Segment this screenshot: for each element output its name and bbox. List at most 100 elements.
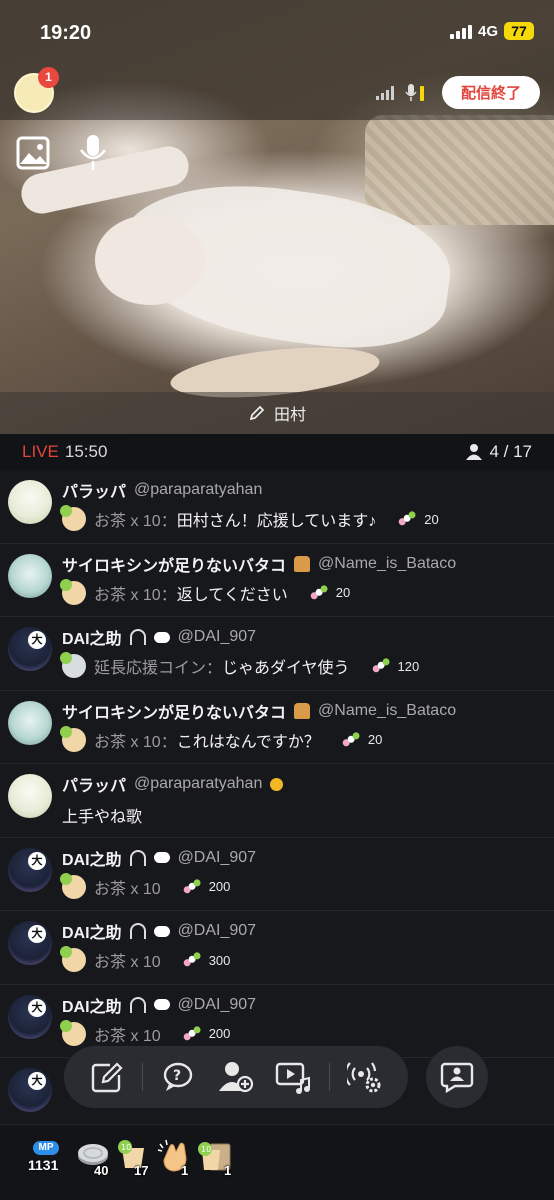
end-stream-button[interactable]: 配信終了 xyxy=(442,76,540,109)
live-elapsed-time: 15:50 xyxy=(64,442,108,461)
headphones-icon xyxy=(129,629,146,645)
gift-label: お茶 x 10 xyxy=(94,954,161,971)
gift-label: お茶 x 10 xyxy=(94,1027,161,1045)
comment-message: 上手やね歌 xyxy=(62,809,143,826)
gift-label: お茶 x 10： xyxy=(94,586,177,604)
svg-text:10: 10 xyxy=(121,1143,131,1152)
comment-handle: @paraparatyahan xyxy=(134,775,263,792)
comment-handle: @DAI_907 xyxy=(177,922,257,939)
stream-name-bar[interactable]: 田村 xyxy=(0,392,554,434)
edit-note-icon xyxy=(91,1062,123,1093)
bread-icon xyxy=(294,555,311,572)
image-icon[interactable] xyxy=(16,136,50,170)
comment-handle: @Name_is_Bataco xyxy=(318,554,457,572)
points: 20 xyxy=(397,509,439,529)
points: 20 xyxy=(309,583,350,602)
comment-handle: @paraparatyahan xyxy=(134,481,263,498)
cloud-icon xyxy=(153,852,170,863)
dango-icon xyxy=(181,950,202,970)
bread-icon xyxy=(294,702,311,719)
action-toolbar: ? xyxy=(64,1046,408,1108)
tea-gift-icon xyxy=(60,725,86,752)
points-value: 20 xyxy=(367,732,383,747)
broadcast-settings-button[interactable] xyxy=(343,1055,387,1099)
person-icon xyxy=(466,444,483,460)
comment-handle: @Name_is_Bataco xyxy=(318,701,457,719)
award-icon xyxy=(270,777,284,791)
points-value: 20 xyxy=(424,511,439,527)
video-music-button[interactable] xyxy=(271,1055,315,1099)
cat-head xyxy=(95,215,205,305)
user-avatar[interactable] xyxy=(8,480,52,524)
viewer-count[interactable]: 4 / 17 xyxy=(465,442,532,462)
mp-badge: MP xyxy=(33,1141,59,1155)
comment-item[interactable]: パラッパ @paraparatyahan お茶 x 10： 田村さん！応援していま… xyxy=(0,470,554,544)
svg-text:10: 10 xyxy=(201,1145,211,1154)
coin-gift-icon xyxy=(60,652,86,678)
add-user-button[interactable] xyxy=(214,1055,258,1099)
user-avatar[interactable] xyxy=(8,774,52,818)
comment-list[interactable]: パラッパ @paraparatyahan お茶 x 10： 田村さん！応援していま… xyxy=(0,470,554,1132)
gift-label: お茶 x 10 xyxy=(94,880,161,898)
points: 120 xyxy=(370,656,420,676)
user-avatar[interactable] xyxy=(8,553,52,598)
gift-label: お茶 x 10： xyxy=(94,513,177,530)
tea-count: 17 xyxy=(134,1163,149,1178)
viewer-count-text: 4 / 17 xyxy=(489,442,532,461)
chat-profile-icon xyxy=(440,1062,474,1094)
points-value: 120 xyxy=(397,658,420,674)
chat-profile-button[interactable] xyxy=(426,1046,488,1108)
cell-signal-icon xyxy=(449,23,472,39)
dango-icon xyxy=(181,877,202,896)
add-user-icon xyxy=(218,1062,254,1093)
microphone-icon[interactable] xyxy=(78,134,108,172)
headphones-icon xyxy=(129,849,146,866)
user-avatar[interactable]: 大 xyxy=(8,627,52,671)
stream-name: 田村 xyxy=(273,407,306,424)
dango-icon xyxy=(309,583,329,602)
battery-indicator: 77 xyxy=(504,22,534,40)
points: 300 xyxy=(181,950,230,970)
comment-item[interactable]: 大 DAI之助 @DAI_907 お茶 x 10 300 xyxy=(0,911,554,985)
comment-item[interactable]: 大 DAI之助 @DAI_907 お茶 x 10 200 xyxy=(0,838,554,911)
cloud-icon xyxy=(153,999,170,1010)
user-avatar[interactable] xyxy=(8,700,52,745)
edit-note-button[interactable] xyxy=(85,1055,129,1099)
points: 200 xyxy=(181,877,231,896)
broadcast-settings-icon xyxy=(347,1062,381,1093)
network-quality-icon xyxy=(376,86,394,100)
question-chat-icon: ? xyxy=(163,1062,192,1091)
comment-username: サイロキシンが足りないバタコ xyxy=(62,557,287,575)
comment-item[interactable]: 大 DAI之助 @DAI_907 延長応援コイン： じゃあダイヤ使う 120 xyxy=(0,617,554,691)
comment-username: サイロキシンが足りないバタコ xyxy=(62,704,287,722)
notification-badge: 1 xyxy=(38,67,59,88)
dango-icon xyxy=(370,656,391,676)
comment-message: 田村さん！応援しています♪ xyxy=(176,513,377,530)
points-value: 200 xyxy=(208,1026,231,1041)
mp-value[interactable]: 1131 xyxy=(28,1157,58,1173)
comment-username: パラッパ xyxy=(62,484,127,501)
points-value: 200 xyxy=(208,879,231,894)
comment-item[interactable]: パラッパ @paraparatyahan 上手やね歌 xyxy=(0,764,554,838)
user-avatar[interactable]: 大 xyxy=(8,921,52,965)
question-chat-button[interactable]: ? xyxy=(157,1055,201,1099)
points: 20 xyxy=(341,730,383,748)
comment-message: じゃあダイヤ使う xyxy=(222,660,350,677)
cushion xyxy=(365,115,554,225)
comment-item[interactable]: サイロキシンが足りないバタコ @Name_is_Bataco お茶 x 10： こ… xyxy=(0,691,554,764)
comment-handle: @DAI_907 xyxy=(177,848,257,866)
pencil-icon xyxy=(249,405,265,421)
dango-icon xyxy=(397,509,418,529)
tea-gift-icon xyxy=(60,578,86,605)
comment-message: 返してください xyxy=(176,586,288,604)
user-avatar[interactable]: 大 xyxy=(8,994,52,1039)
headphones-icon xyxy=(129,996,146,1013)
headphones-icon xyxy=(129,923,146,939)
user-avatar[interactable]: 大 xyxy=(8,1068,52,1112)
comment-item[interactable]: サイロキシンが足りないバタコ @Name_is_Bataco お茶 x 10： 返… xyxy=(0,544,554,617)
user-avatar[interactable]: 大 xyxy=(8,847,52,892)
comment-username: パラッパ xyxy=(62,778,127,795)
tea-gift-icon xyxy=(60,946,86,972)
points: 200 xyxy=(182,1024,231,1042)
mic-level-icon xyxy=(405,84,424,101)
